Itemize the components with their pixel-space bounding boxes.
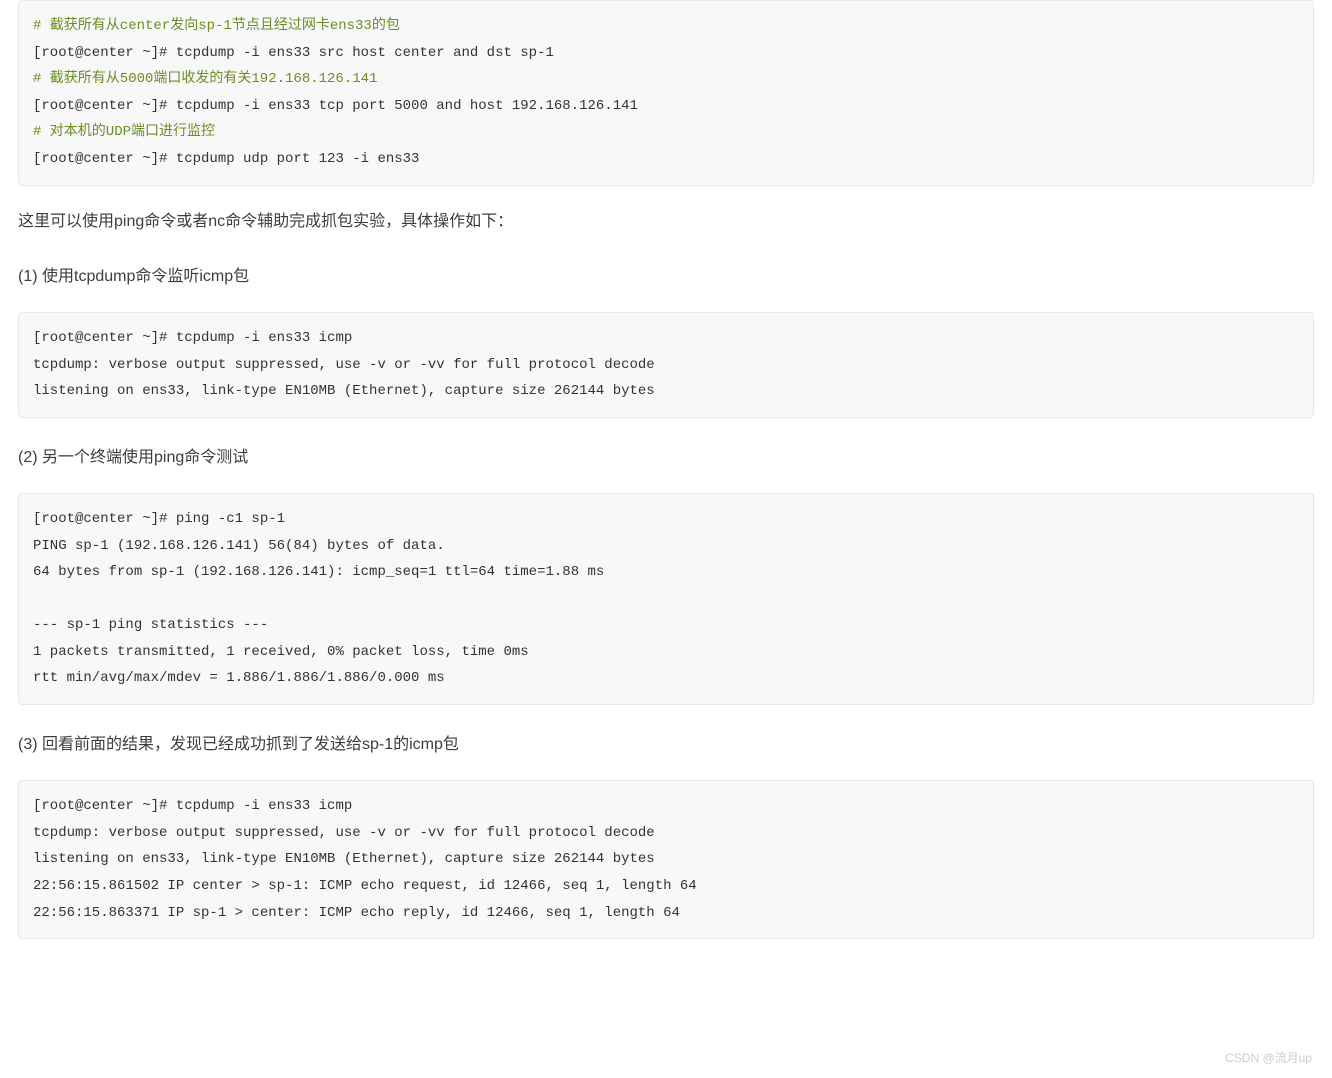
code-block-3: [root@center ~]# ping -c1 sp-1 PING sp-1… (18, 493, 1314, 705)
comment-line: # 截获所有从5000端口收发的有关192.168.126.141 (33, 71, 377, 87)
code-line: [root@center ~]# tcpdump -i ens33 tcp po… (33, 98, 638, 114)
step-3-heading: (3) 回看前面的结果，发现已经成功抓到了发送给sp-1的icmp包 (18, 731, 1314, 758)
paragraph-intro: 这里可以使用ping命令或者nc命令辅助完成抓包实验，具体操作如下： (18, 208, 1314, 235)
code-line: [root@center ~]# tcpdump udp port 123 -i… (33, 151, 419, 167)
code-block-2: [root@center ~]# tcpdump -i ens33 icmp t… (18, 312, 1314, 418)
code-block-4: [root@center ~]# tcpdump -i ens33 icmp t… (18, 780, 1314, 939)
code-block-1: # 截获所有从center发向sp-1节点且经过网卡ens33的包 [root@… (18, 0, 1314, 186)
step-2-heading: (2) 另一个终端使用ping命令测试 (18, 444, 1314, 471)
step-1-heading: (1) 使用tcpdump命令监听icmp包 (18, 263, 1314, 290)
code-line: [root@center ~]# tcpdump -i ens33 src ho… (33, 45, 554, 61)
comment-line: # 对本机的UDP端口进行监控 (33, 124, 215, 140)
watermark-text: CSDN @流月up (1225, 1049, 1312, 1066)
comment-line: # 截获所有从center发向sp-1节点且经过网卡ens33的包 (33, 18, 400, 34)
